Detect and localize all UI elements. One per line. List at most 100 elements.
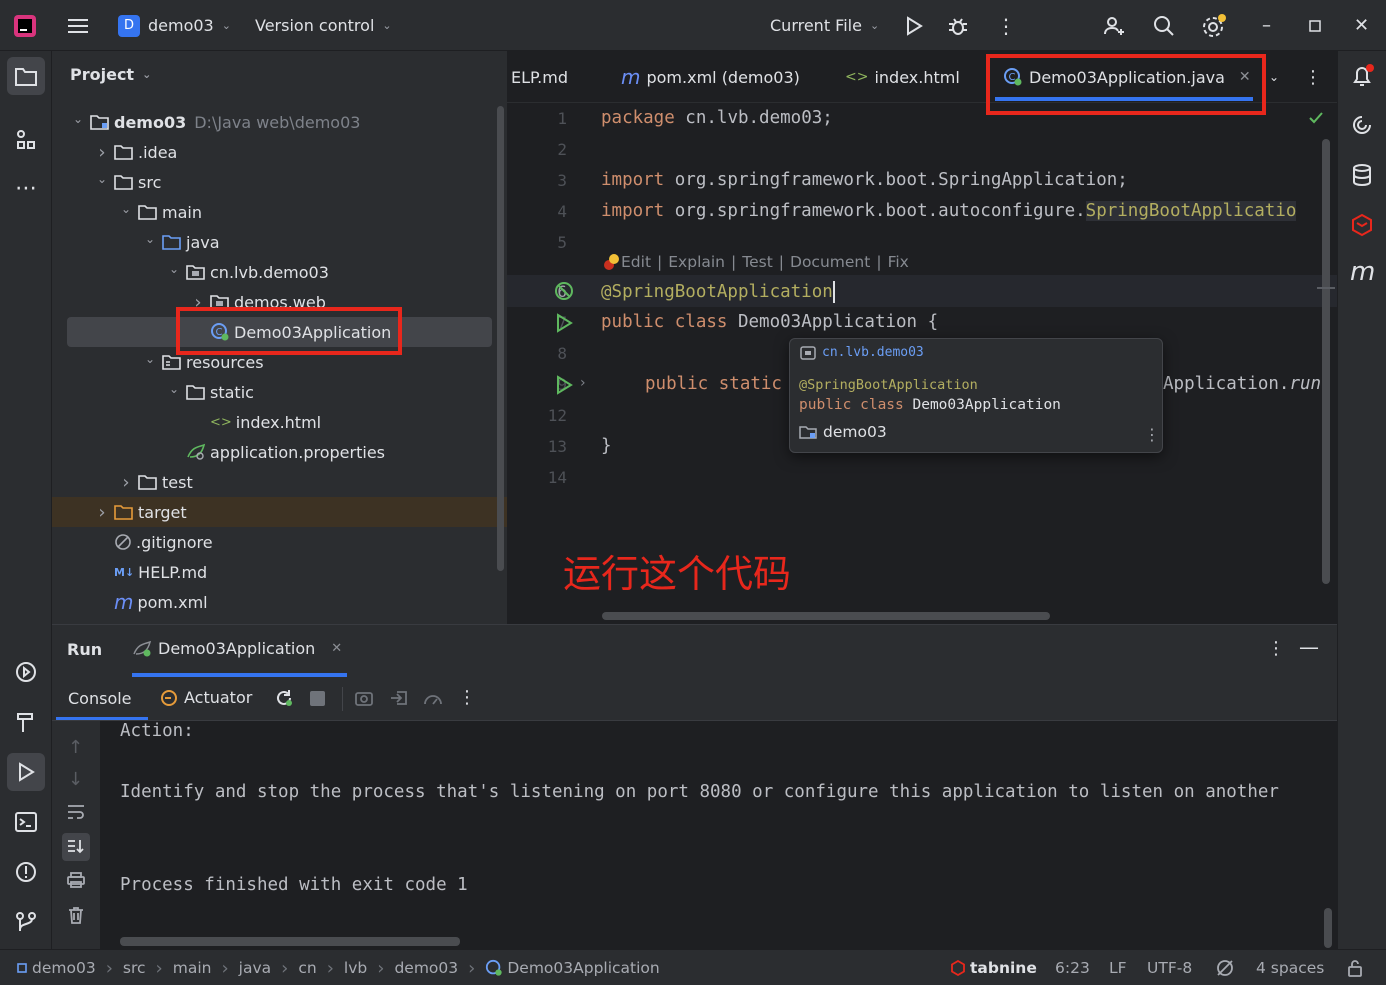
tree-item[interactable]: ⌄ cn.lvb.demo03 bbox=[166, 257, 329, 287]
code-line-4[interactable]: import org.springframework.boot.autoconf… bbox=[601, 201, 1297, 221]
tree-item[interactable]: m pom.xml bbox=[94, 587, 208, 617]
services-icon[interactable] bbox=[7, 653, 45, 691]
chevron-down-icon[interactable]: ⌄ bbox=[118, 202, 134, 216]
code-line-13[interactable]: } bbox=[601, 436, 612, 456]
fold-arrow-icon[interactable]: › bbox=[580, 375, 586, 391]
inspections-icon[interactable] bbox=[1215, 958, 1235, 978]
project-scrollbar[interactable] bbox=[497, 106, 504, 571]
more-tools-icon[interactable]: ⋯ bbox=[7, 169, 45, 207]
caret-position[interactable]: 6:23 bbox=[1055, 959, 1090, 977]
notifications-bell-icon[interactable] bbox=[1350, 63, 1376, 89]
lightbulb-icon[interactable] bbox=[603, 253, 621, 271]
run-gutter-icon[interactable] bbox=[554, 375, 574, 395]
tree-item[interactable]: › test bbox=[118, 467, 192, 497]
build-hammer-icon[interactable] bbox=[7, 703, 45, 741]
tab-index-html[interactable]: <> index.html bbox=[845, 51, 960, 103]
editor-vertical-scrollbar[interactable] bbox=[1322, 139, 1330, 584]
breadcrumb-item[interactable]: demo03 bbox=[16, 959, 96, 977]
terminal-icon[interactable] bbox=[7, 803, 45, 841]
tab-help-md[interactable]: ELP.md bbox=[511, 51, 568, 103]
structure-icon[interactable] bbox=[7, 121, 45, 159]
chevron-down-icon[interactable]: ⌄ bbox=[94, 172, 110, 186]
console-tab[interactable]: Console bbox=[68, 689, 132, 708]
tabnine-plugin-icon[interactable] bbox=[1350, 213, 1374, 237]
breadcrumb-item[interactable]: Demo03Application bbox=[485, 959, 660, 977]
chevron-down-icon[interactable]: ⌄ bbox=[142, 352, 158, 366]
version-control-menu[interactable]: Version control ⌄ bbox=[255, 0, 392, 51]
stop-icon[interactable] bbox=[310, 691, 325, 706]
project-pane-header[interactable]: Project ⌄ bbox=[70, 65, 151, 84]
exit-icon[interactable] bbox=[389, 689, 409, 707]
breadcrumb-item[interactable]: src bbox=[123, 959, 146, 977]
search-icon[interactable] bbox=[1152, 0, 1176, 51]
code-line-9[interactable]: public static bbox=[645, 374, 782, 394]
line-separator[interactable]: LF bbox=[1109, 959, 1127, 977]
settings-gear-icon[interactable] bbox=[1201, 0, 1227, 51]
run-panel-more-icon[interactable]: ⋮ bbox=[1267, 638, 1285, 659]
breadcrumb-item[interactable]: demo03 bbox=[394, 959, 458, 977]
rerun-icon[interactable] bbox=[274, 688, 294, 708]
add-user-icon[interactable] bbox=[1102, 0, 1126, 51]
code-line-9-tail[interactable]: Application.run( bbox=[1163, 374, 1332, 394]
maven-tool-icon[interactable]: m bbox=[1350, 257, 1375, 287]
app-logo-icon[interactable] bbox=[12, 0, 38, 51]
code-line-3[interactable]: import org.springframework.boot.SpringAp… bbox=[601, 170, 1128, 190]
breadcrumb-item[interactable]: cn bbox=[298, 959, 316, 977]
git-icon[interactable] bbox=[7, 903, 45, 941]
chevron-down-icon[interactable]: ⌄ bbox=[166, 382, 182, 396]
tree-item[interactable]: application.properties bbox=[166, 437, 385, 467]
main-menu-icon[interactable] bbox=[66, 0, 90, 51]
breadcrumb-item[interactable]: java bbox=[239, 959, 271, 977]
tree-item[interactable]: › target bbox=[94, 497, 186, 527]
chevron-down-icon[interactable]: ⌄ bbox=[166, 262, 182, 276]
tree-item[interactable]: M↓ HELP.md bbox=[94, 557, 207, 587]
tree-item[interactable]: ⌄ static bbox=[166, 377, 254, 407]
print-icon[interactable] bbox=[66, 871, 86, 889]
code-line-6[interactable]: @SpringBootApplication bbox=[601, 281, 835, 303]
minimize-icon[interactable]: – bbox=[1262, 0, 1271, 51]
tree-item[interactable]: .gitignore bbox=[94, 527, 213, 557]
tree-item[interactable]: › .idea bbox=[94, 137, 177, 167]
tree-item[interactable]: ⌄ demo03 D:\Java web\demo03 bbox=[70, 107, 360, 137]
profiler-icon[interactable] bbox=[422, 689, 444, 709]
chevron-down-icon[interactable]: ⌄ bbox=[142, 232, 158, 246]
debug-icon[interactable] bbox=[946, 0, 970, 51]
ai-hint-fix[interactable]: Fix bbox=[888, 253, 909, 271]
code-line-7[interactable]: public class Demo03Application { bbox=[601, 312, 938, 332]
no-problems-check-icon[interactable] bbox=[1307, 109, 1325, 127]
chevron-right-icon[interactable]: › bbox=[118, 472, 134, 493]
close-tab-icon[interactable]: ✕ bbox=[331, 641, 342, 656]
tab-list-chevron-icon[interactable]: ⌄ bbox=[1269, 51, 1279, 103]
ai-assistant-icon[interactable] bbox=[1350, 113, 1374, 137]
tree-item[interactable]: ⌄ java bbox=[142, 227, 220, 257]
scroll-up-icon[interactable]: ↑ bbox=[68, 737, 83, 758]
tree-item[interactable]: ⌄ src bbox=[94, 167, 161, 197]
tabnine-status[interactable]: tabnine bbox=[950, 950, 1037, 985]
clear-trash-icon[interactable] bbox=[66, 905, 86, 925]
chevron-down-icon[interactable]: ⌄ bbox=[70, 112, 86, 126]
run-config-tab[interactable]: Demo03Application ✕ bbox=[132, 639, 342, 658]
chevron-right-icon[interactable]: › bbox=[94, 502, 110, 523]
lock-icon[interactable] bbox=[1345, 958, 1365, 978]
run-tool-icon[interactable] bbox=[7, 753, 45, 791]
screenshot-icon[interactable] bbox=[354, 689, 374, 707]
tab-more-icon[interactable]: ⋮ bbox=[1304, 51, 1322, 103]
hide-panel-icon[interactable]: — bbox=[1299, 635, 1319, 659]
spring-boot-gutter-icon[interactable] bbox=[553, 280, 575, 302]
file-encoding[interactable]: UTF-8 bbox=[1147, 959, 1192, 977]
popup-package-name[interactable]: cn.lvb.demo03 bbox=[822, 345, 924, 360]
ai-hint-test[interactable]: Test bbox=[742, 253, 773, 271]
editor-horizontal-scrollbar[interactable] bbox=[602, 612, 1050, 620]
breadcrumb-item[interactable]: lvb bbox=[344, 959, 367, 977]
close-window-icon[interactable]: ✕ bbox=[1354, 0, 1369, 51]
tab-pom-xml[interactable]: m pom.xml (demo03) bbox=[621, 51, 800, 103]
ai-hint-edit[interactable]: Edit bbox=[621, 253, 651, 271]
toolbar-more-icon[interactable]: ⋮ bbox=[458, 687, 476, 708]
run-icon[interactable] bbox=[903, 0, 925, 51]
console-vertical-scrollbar[interactable] bbox=[1324, 908, 1332, 948]
code-line-1[interactable]: package cn.lvb.demo03; bbox=[601, 108, 833, 128]
breadcrumb-item[interactable]: main bbox=[173, 959, 212, 977]
indent-setting[interactable]: 4 spaces bbox=[1256, 959, 1324, 977]
actuator-tab[interactable]: Actuator bbox=[160, 688, 252, 707]
class-info-popup[interactable]: cn.lvb.demo03 @SpringBootApplication pub… bbox=[789, 338, 1163, 453]
